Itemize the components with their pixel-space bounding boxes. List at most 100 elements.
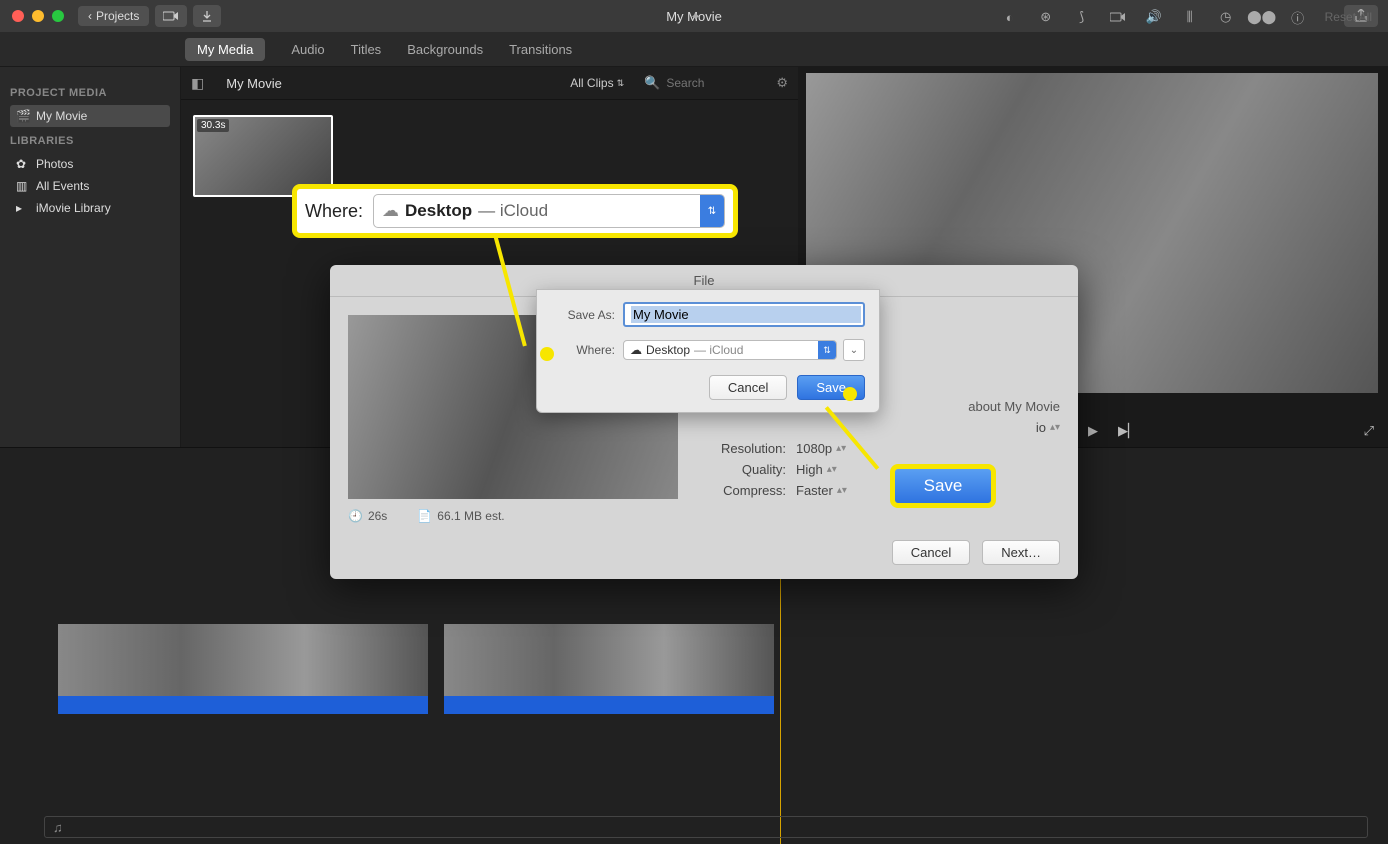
library-tabs: My Media Audio Titles Backgrounds Transi… xyxy=(0,32,1388,67)
clapperboard-icon: 🎬 xyxy=(16,109,30,123)
timeline-clip[interactable] xyxy=(444,624,774,714)
quality-row: Quality: High▴▾ xyxy=(698,462,1060,477)
projects-back-button[interactable]: ‹ Projects xyxy=(78,6,149,26)
clip-duration-badge: 30.3s xyxy=(197,119,229,132)
clip-filter-icon[interactable]: ⬤⬤ xyxy=(1253,8,1271,26)
music-track[interactable]: ♫ xyxy=(44,816,1368,838)
noise-reduction-icon[interactable]: ⫼ xyxy=(1181,8,1199,26)
expand-save-dialog-button[interactable]: ⌄ xyxy=(843,339,865,361)
volume-icon[interactable]: 🔊 xyxy=(1145,8,1163,26)
timeline-clips xyxy=(58,624,774,714)
fullscreen-icon[interactable]: ⤢ xyxy=(1364,423,1374,439)
quality-value[interactable]: High▴▾ xyxy=(796,462,837,477)
compress-text: Faster xyxy=(796,483,833,498)
chevron-right-icon: ▸ xyxy=(16,201,30,215)
tab-titles[interactable]: Titles xyxy=(351,42,382,57)
callout-where-folder: Desktop xyxy=(405,201,472,221)
project-name: My Movie xyxy=(226,76,282,91)
sidebar-item-photos[interactable]: ✿ Photos xyxy=(10,153,170,175)
project-media-heading: PROJECT MEDIA xyxy=(10,87,170,99)
info-icon[interactable]: ⓘ xyxy=(1289,8,1307,26)
clip-filter-label: All Clips xyxy=(570,76,613,90)
export-cancel-button[interactable]: Cancel xyxy=(892,540,970,565)
sidebar-item-imovie-library[interactable]: ▸ iMovie Library xyxy=(10,197,170,219)
sheet-cancel-button[interactable]: Cancel xyxy=(709,375,787,400)
tab-audio[interactable]: Audio xyxy=(291,42,324,57)
timeline-clip[interactable] xyxy=(58,624,428,714)
clip-audio-track[interactable] xyxy=(444,696,774,714)
tab-transitions[interactable]: Transitions xyxy=(509,42,572,57)
callout-where-suffix: — iCloud xyxy=(478,201,548,221)
sidebar-item-label: iMovie Library xyxy=(36,201,111,215)
callout-anchor-dot xyxy=(540,347,554,361)
import-media-button[interactable] xyxy=(155,5,187,27)
minimize-window-button[interactable] xyxy=(32,10,44,22)
sidebar-item-label: Photos xyxy=(36,157,73,171)
compress-label: Compress: xyxy=(698,483,786,498)
resolution-text: 1080p xyxy=(796,441,832,456)
download-button[interactable] xyxy=(193,5,221,27)
reset-all-button[interactable]: Reset All xyxy=(1325,10,1372,24)
libraries-heading: LIBRARIES xyxy=(10,135,170,147)
export-duration: 🕘 26s xyxy=(348,509,387,523)
updown-icon: ⇅ xyxy=(818,341,836,359)
sidebar-item-all-events[interactable]: ▥ All Events xyxy=(10,175,170,197)
callout-save-label: Save xyxy=(924,476,963,496)
stepper-icon: ▴▾ xyxy=(837,488,847,493)
where-field-wrapper: ☁︎ Desktop — iCloud ⇅ ⌄ xyxy=(623,339,865,361)
quality-label: Quality: xyxy=(698,462,786,477)
resolution-row: Resolution: 1080p ▴▾ xyxy=(698,441,1060,456)
updown-icon: ⇅ xyxy=(700,195,724,227)
callout-where: Where: ☁︎ Desktop — iCloud ⇅ xyxy=(292,184,738,238)
chevron-left-icon: ‹ xyxy=(88,9,92,23)
where-suffix: — iCloud xyxy=(694,343,743,357)
export-next-button[interactable]: Next… xyxy=(982,540,1060,565)
format-row: Format: Video and Audioio▴▾ xyxy=(698,420,1060,435)
updown-icon: ⇅ xyxy=(617,78,625,89)
enhance-icon[interactable]: ✦ xyxy=(687,8,705,26)
save-as-input[interactable] xyxy=(631,306,861,323)
resolution-value[interactable]: 1080p ▴▾ xyxy=(796,441,846,456)
stabilization-icon[interactable] xyxy=(1109,8,1127,26)
color-balance-icon[interactable]: ◐ xyxy=(1001,8,1019,26)
projects-back-label: Projects xyxy=(96,9,139,23)
color-correction-icon[interactable]: ⊛ xyxy=(1037,8,1055,26)
cloud-icon: ☁︎ xyxy=(630,343,642,357)
next-icon[interactable]: ▶▏ xyxy=(1118,423,1138,439)
crop-icon[interactable]: ⟆ xyxy=(1073,8,1091,26)
clip-audio-track[interactable] xyxy=(58,696,428,714)
where-dropdown[interactable]: ☁︎ Desktop — iCloud ⇅ xyxy=(623,340,837,360)
close-window-button[interactable] xyxy=(12,10,24,22)
clock-icon: 🕘 xyxy=(348,509,363,523)
callout-where-dropdown: ☁︎ Desktop — iCloud ⇅ xyxy=(373,194,725,228)
clip-filter-dropdown[interactable]: All Clips ⇅ xyxy=(570,76,624,90)
sidebar-item-my-movie[interactable]: 🎬 My Movie xyxy=(10,105,170,127)
window-controls xyxy=(0,10,64,22)
search-input[interactable] xyxy=(664,75,758,91)
resolution-label: Resolution: xyxy=(698,441,786,456)
export-size-value: 66.1 MB est. xyxy=(437,509,504,523)
format-value[interactable]: Video and Audioio▴▾ xyxy=(937,420,1060,435)
callout-anchor-dot xyxy=(843,387,857,401)
zoom-window-button[interactable] xyxy=(52,10,64,22)
tab-my-media[interactable]: My Media xyxy=(185,38,265,61)
compress-value[interactable]: Faster ▴▾ xyxy=(796,483,847,498)
sidebar-toggle-icon[interactable]: ◧ xyxy=(191,75,204,92)
play-icon[interactable]: ▶ xyxy=(1088,423,1098,439)
browser-toolbar: ◧ My Movie All Clips ⇅ 🔍 ⚙ xyxy=(181,67,798,100)
export-size: 📄 66.1 MB est. xyxy=(417,509,504,523)
save-sheet: Save As: Where: ☁︎ Desktop — iCloud ⇅ ⌄ … xyxy=(536,289,880,413)
save-sheet-buttons: Cancel Save xyxy=(551,375,865,400)
speed-icon[interactable]: ◷ xyxy=(1217,8,1235,26)
search-field[interactable]: 🔍 xyxy=(644,75,758,91)
gear-icon[interactable]: ⚙ xyxy=(776,75,788,91)
export-description: about My Movie xyxy=(968,399,1060,414)
file-icon: 📄 xyxy=(417,509,432,523)
tab-backgrounds[interactable]: Backgrounds xyxy=(407,42,483,57)
where-label: Where: xyxy=(551,343,615,357)
save-as-field-wrapper xyxy=(623,302,865,327)
search-icon: 🔍 xyxy=(644,75,660,91)
stepper-icon: ▴▾ xyxy=(836,446,846,451)
events-icon: ▥ xyxy=(16,179,30,193)
callout-where-label: Where: xyxy=(305,201,363,222)
